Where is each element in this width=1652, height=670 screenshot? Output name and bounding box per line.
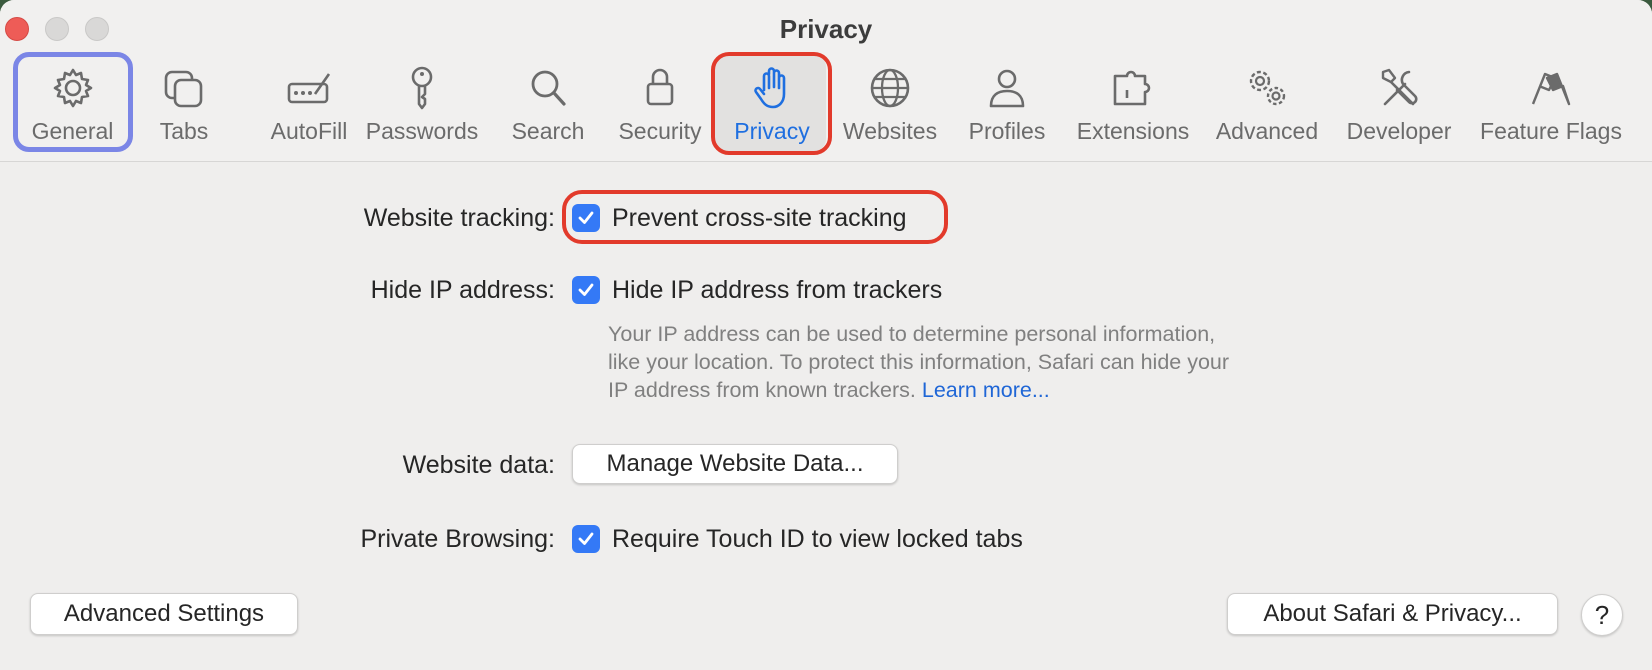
tab-websites-label: Websites [842,118,938,144]
tab-tabs-label: Tabs [159,118,209,144]
tools-icon [1381,68,1418,106]
hide-ip-description: Your IP address can be used to determine… [608,320,1308,404]
hide-ip-label: Hide IP address: [370,276,555,304]
globe-icon [870,68,910,108]
tab-search[interactable]: Search [507,56,589,154]
tab-autofill-label: AutoFill [270,118,348,144]
tab-feature-flags-label: Feature Flags [1480,118,1622,144]
tab-websites[interactable]: Websites [841,56,939,154]
about-safari-privacy-button[interactable]: About Safari & Privacy... [1227,593,1558,635]
tab-tabs[interactable]: Tabs [145,56,223,154]
tab-developer-label: Developer [1346,118,1452,144]
gears-icon [1249,70,1286,106]
person-icon [989,69,1025,108]
learn-more-link[interactable]: Learn more... [922,378,1050,402]
tab-security[interactable]: Security [616,56,704,154]
puzzle-icon [1113,70,1151,106]
manage-website-data-button[interactable]: Manage Website Data... [572,444,898,484]
tab-extensions[interactable]: Extensions [1075,56,1191,154]
privacy-highlight-ring [711,52,832,155]
lock-icon [646,68,674,106]
touch-id-text: Require Touch ID to view locked tabs [612,525,1023,553]
website-tracking-label: Website tracking: [363,204,555,232]
tab-autofill[interactable]: AutoFill [256,56,362,154]
hide-ip-checkbox[interactable] [572,276,600,304]
private-browsing-label: Private Browsing: [360,525,555,553]
tab-feature-flags[interactable]: Feature Flags [1478,56,1624,154]
key-icon [411,66,433,110]
tab-profiles-label: Profiles [968,118,1046,144]
tab-profiles[interactable]: Profiles [966,56,1048,154]
advanced-settings-button[interactable]: Advanced Settings [30,593,298,635]
tab-passwords[interactable]: Passwords [364,56,480,154]
help-button[interactable]: ? [1581,594,1623,636]
checkmark-icon [578,532,594,545]
flags-icon [1531,72,1571,106]
hide-ip-description-line3-text: IP address from known trackers. [608,378,916,402]
general-highlight-ring [13,52,133,152]
tracking-highlight-ring [562,190,948,244]
tab-security-label: Security [618,118,702,144]
autofill-icon [287,73,331,104]
tab-search-label: Search [511,118,585,144]
checkmark-icon [578,283,594,296]
window-title: Privacy [779,14,873,44]
toolbar: Privacy General Tabs AutoFill Passwords … [0,0,1652,162]
hide-ip-text: Hide IP address from trackers [612,276,943,304]
touch-id-checkbox[interactable] [572,525,600,553]
tab-extensions-label: Extensions [1076,118,1190,144]
hide-ip-description-line1: Your IP address can be used to determine… [608,322,1216,346]
preferences-window: Privacy General Tabs AutoFill Passwords … [0,0,1652,670]
tab-advanced-label: Advanced [1215,118,1319,144]
tab-advanced[interactable]: Advanced [1215,56,1319,154]
tabs-icon [164,70,203,108]
search-icon [531,70,566,106]
hide-ip-description-line2: like your location. To protect this info… [608,350,1230,374]
hide-ip-description-line3: IP address from known trackers. Learn mo… [608,376,1308,404]
website-data-label: Website data: [402,451,555,479]
tab-passwords-label: Passwords [365,118,479,144]
tab-developer[interactable]: Developer [1345,56,1453,154]
